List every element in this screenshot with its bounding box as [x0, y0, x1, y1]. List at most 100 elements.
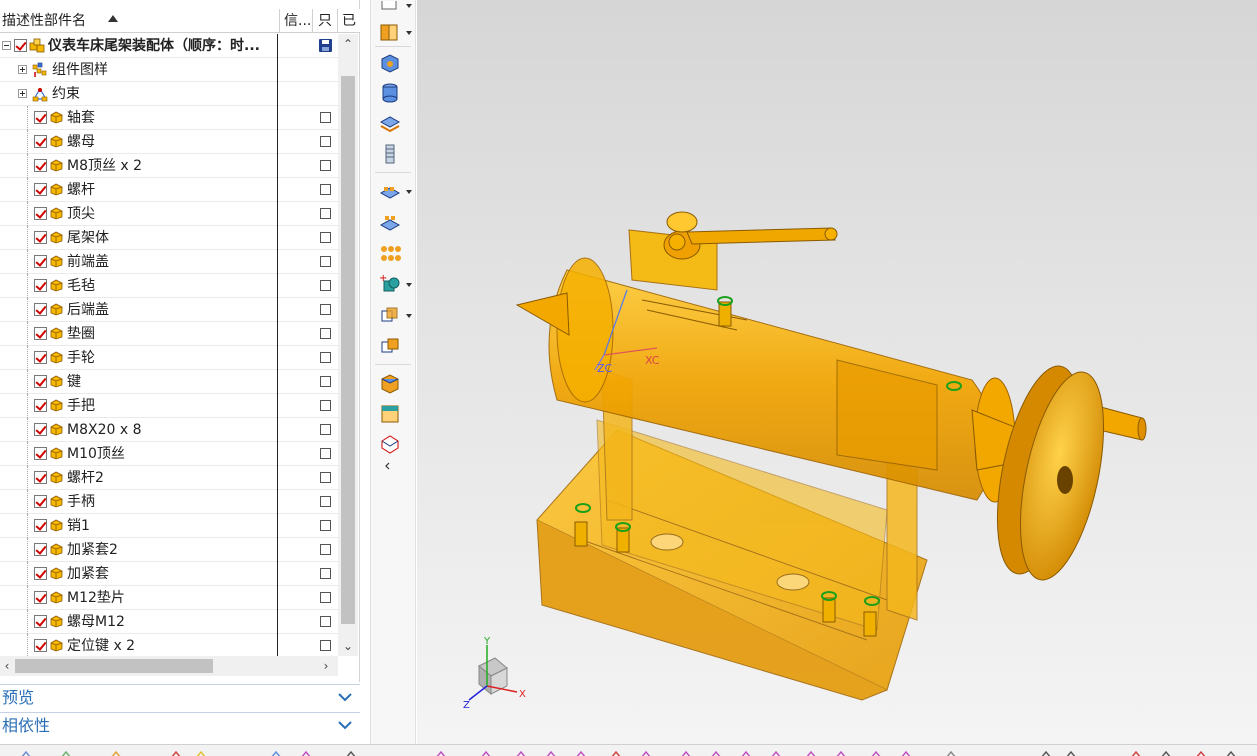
cylinder-component-icon[interactable]	[379, 82, 401, 104]
dropdown-arrow-icon[interactable]	[406, 314, 412, 318]
column-modified[interactable]: 已	[342, 9, 360, 33]
toolbar-button-icon[interactable]	[680, 748, 692, 756]
visibility-checkbox[interactable]	[34, 591, 47, 604]
toolbar-button-icon[interactable]	[1195, 748, 1207, 756]
chevron-down-icon[interactable]	[338, 690, 352, 704]
toolbar-button-icon[interactable]	[170, 748, 182, 756]
chevron-down-icon[interactable]	[338, 718, 352, 732]
readonly-checkbox[interactable]	[320, 160, 331, 171]
centre-point[interactable]	[515, 292, 570, 336]
readonly-checkbox[interactable]	[320, 304, 331, 315]
wave-link-icon[interactable]	[379, 113, 401, 135]
dropdown-arrow-icon[interactable]	[406, 190, 412, 194]
scrollbar-thumb[interactable]	[15, 659, 213, 673]
visibility-checkbox[interactable]	[34, 135, 47, 148]
toolbar-button-icon[interactable]	[1225, 748, 1237, 756]
tree-row-part[interactable]: 手柄	[0, 490, 338, 514]
toolbar-button-icon[interactable]	[945, 748, 957, 756]
add-component-icon[interactable]	[379, 52, 401, 74]
select-box-icon[interactable]	[379, 0, 401, 10]
readonly-checkbox[interactable]	[320, 520, 331, 531]
scroll-up-icon[interactable]: ⌃	[338, 34, 358, 54]
tree-row-part[interactable]: 螺杆2	[0, 466, 338, 490]
readonly-checkbox[interactable]	[320, 544, 331, 555]
tree-row-part[interactable]: 手轮	[0, 346, 338, 370]
toolbar-button-icon[interactable]	[1065, 748, 1077, 756]
scroll-down-icon[interactable]: ⌄	[338, 636, 358, 656]
toolbar-button-icon[interactable]	[1040, 748, 1052, 756]
spring-icon[interactable]	[379, 143, 401, 165]
visibility-checkbox[interactable]	[34, 471, 47, 484]
sort-ascending-icon[interactable]	[108, 15, 118, 22]
toolbar-button-icon[interactable]	[1130, 748, 1142, 756]
graphics-window[interactable]: XC ZC X Y Z	[417, 0, 1257, 744]
sequence-icon[interactable]	[379, 403, 401, 425]
save-icon[interactable]	[319, 39, 332, 52]
visibility-checkbox[interactable]	[34, 183, 47, 196]
tree-row-part[interactable]: 后端盖	[0, 298, 338, 322]
visibility-checkbox[interactable]	[34, 303, 47, 316]
exploded-views-icon[interactable]	[379, 372, 401, 394]
toolbar-button-icon[interactable]	[870, 748, 882, 756]
dependencies-panel-header[interactable]: 相依性	[0, 712, 360, 738]
toolbar-button-icon[interactable]	[270, 748, 282, 756]
mirror-assembly-icon[interactable]	[379, 212, 401, 234]
column-divider[interactable]	[279, 9, 280, 33]
column-name[interactable]: 描述性部件名	[2, 9, 106, 33]
toolbar-button-icon[interactable]	[110, 748, 122, 756]
readonly-checkbox[interactable]	[320, 448, 331, 459]
tree-row-part[interactable]: M12垫片	[0, 586, 338, 610]
visibility-checkbox[interactable]	[34, 255, 47, 268]
readonly-checkbox[interactable]	[320, 328, 331, 339]
dropdown-arrow-icon[interactable]	[406, 4, 412, 8]
tree-row-part[interactable]: 垫圈	[0, 322, 338, 346]
tree-row-part[interactable]: 螺母	[0, 130, 338, 154]
visibility-checkbox[interactable]	[34, 543, 47, 556]
toolbar-button-icon[interactable]	[1160, 748, 1172, 756]
tree-row-part[interactable]: 加紧套	[0, 562, 338, 586]
readonly-checkbox[interactable]	[320, 256, 331, 267]
column-divider[interactable]	[337, 9, 338, 33]
readonly-checkbox[interactable]	[320, 232, 331, 243]
toolbar-button-icon[interactable]	[20, 748, 32, 756]
scroll-left-icon[interactable]: ‹	[0, 656, 14, 676]
clamp-block[interactable]	[628, 211, 838, 291]
column-divider[interactable]	[312, 9, 313, 33]
toolbar-button-icon[interactable]	[805, 748, 817, 756]
expand-toggle[interactable]	[18, 89, 27, 98]
toolbar-button-icon[interactable]	[60, 748, 72, 756]
readonly-checkbox[interactable]	[320, 280, 331, 291]
visibility-checkbox[interactable]	[34, 159, 47, 172]
visibility-checkbox[interactable]	[34, 351, 47, 364]
dropdown-arrow-icon[interactable]	[406, 283, 412, 287]
toolbar-button-icon[interactable]	[770, 748, 782, 756]
tree-row-part[interactable]: M8X20 x 8	[0, 418, 338, 442]
toolbar-button-icon[interactable]	[710, 748, 722, 756]
visibility-checkbox[interactable]	[34, 567, 47, 580]
book-view-icon[interactable]	[379, 22, 401, 44]
scrollbar-thumb[interactable]	[341, 76, 355, 624]
toolbar-button-icon[interactable]	[900, 748, 912, 756]
tree-row-part[interactable]: 轴套	[0, 106, 338, 130]
toolbar-button-icon[interactable]	[515, 748, 527, 756]
component-array-icon[interactable]	[379, 181, 401, 203]
readonly-checkbox[interactable]	[320, 616, 331, 627]
toolbar-button-icon[interactable]	[195, 748, 207, 756]
readonly-checkbox[interactable]	[320, 352, 331, 363]
toolbar-button-icon[interactable]	[610, 748, 622, 756]
show-hide-constraints-icon[interactable]	[379, 335, 401, 357]
readonly-checkbox[interactable]	[320, 136, 331, 147]
visibility-checkbox[interactable]	[34, 207, 47, 220]
visibility-checkbox[interactable]	[34, 615, 47, 628]
tree-row-part[interactable]: 键	[0, 370, 338, 394]
tree-row-part[interactable]: 毛毡	[0, 274, 338, 298]
tree-row-part[interactable]: 手把	[0, 394, 338, 418]
visibility-checkbox[interactable]	[34, 111, 47, 124]
toolbar-button-icon[interactable]	[545, 748, 557, 756]
visibility-checkbox[interactable]	[34, 639, 47, 652]
toolbar-button-icon[interactable]	[835, 748, 847, 756]
readonly-checkbox[interactable]	[320, 376, 331, 387]
readonly-checkbox[interactable]	[320, 472, 331, 483]
toolbar-more-icon[interactable]	[379, 460, 401, 472]
visibility-checkbox[interactable]	[14, 39, 27, 52]
